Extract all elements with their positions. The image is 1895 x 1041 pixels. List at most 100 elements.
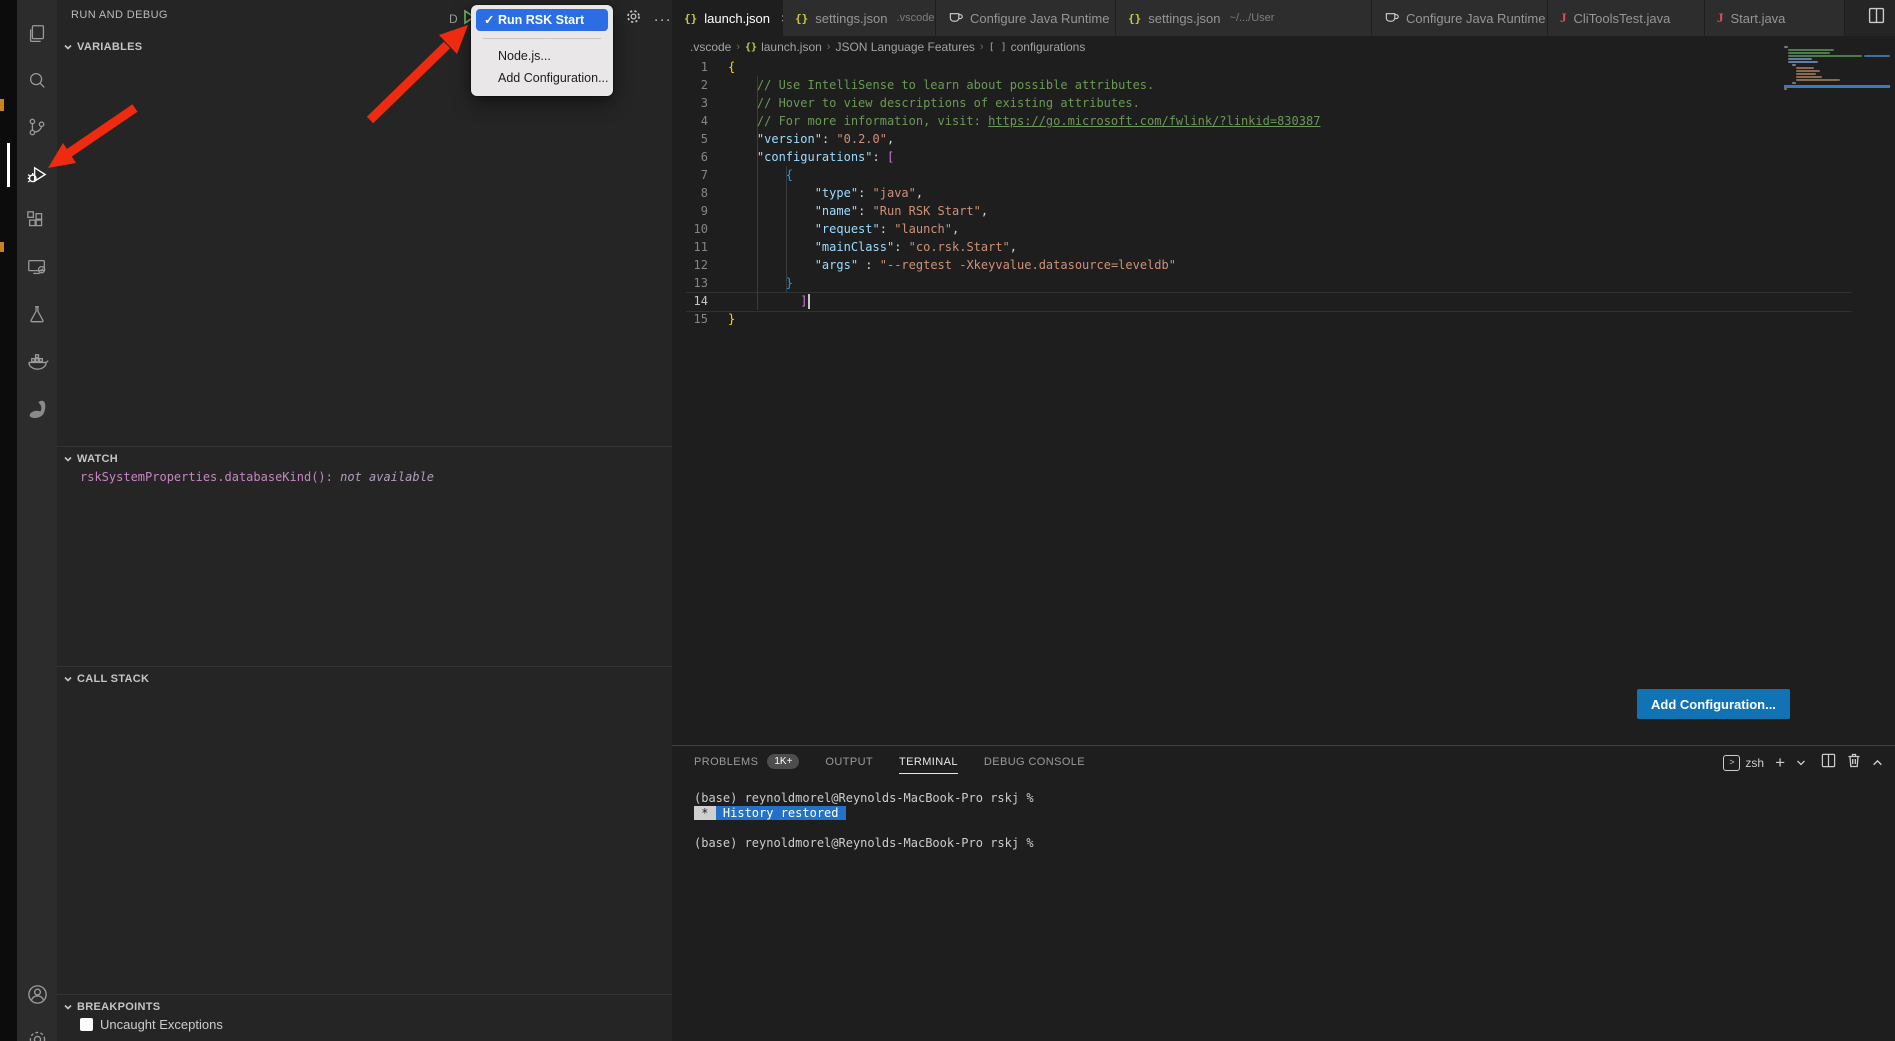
split-editor-icon[interactable] <box>1868 7 1885 29</box>
maximize-panel-chevron-icon[interactable] <box>1872 754 1883 772</box>
run-and-debug-icon[interactable] <box>17 154 57 194</box>
line-number: 10 <box>672 222 708 236</box>
breakpoint-checkbox[interactable] <box>80 1018 93 1031</box>
breadcrumb-item[interactable]: [ ]configurations <box>989 40 1086 54</box>
tab-configure-java-runtime[interactable]: Configure Java Runtime <box>936 0 1116 36</box>
tab-description: .vscode <box>897 12 935 24</box>
terminal-line: (base) reynoldmorel@Reynolds-MacBook-Pro… <box>694 791 1034 806</box>
debug-gear-icon[interactable] <box>625 8 642 30</box>
terminal-line: * History restored <box>694 806 1034 821</box>
testing-icon[interactable] <box>17 294 57 334</box>
remote-explorer-icon[interactable] <box>17 247 57 287</box>
account-icon[interactable] <box>17 974 57 1014</box>
tab-settings-json[interactable]: {}settings.json.vscode <box>783 0 936 36</box>
code-line-9[interactable]: 9 "name": "Run RSK Start", <box>672 202 1895 220</box>
extensions-icon[interactable] <box>17 201 57 241</box>
breadcrumb-item[interactable]: .vscode <box>690 40 731 54</box>
section-call-stack[interactable]: CALL STACK <box>57 668 672 690</box>
breadcrumb-separator: › <box>736 41 740 53</box>
chevron-down-icon <box>63 454 73 464</box>
editor-tab-bar: {}launch.json×{}settings.json.vscodeConf… <box>672 0 1895 36</box>
menu-item-node-js[interactable]: Node.js... <box>476 45 608 67</box>
history-restored-badge: History restored <box>716 806 846 820</box>
line-number: 5 <box>672 132 708 146</box>
terminal-shell-selector[interactable]: > zsh <box>1723 755 1764 771</box>
minimap-code-bar <box>1784 46 1788 48</box>
code-line-4[interactable]: 4 // For more information, visit: https:… <box>672 112 1895 130</box>
panel-tab-debug-console[interactable]: DEBUG CONSOLE <box>984 756 1085 774</box>
kill-terminal-trash-icon[interactable] <box>1847 753 1861 773</box>
code-line-1[interactable]: 1{ <box>672 58 1895 76</box>
minimap-code-bar <box>1784 88 1787 90</box>
code-editor[interactable]: 1{2 // Use IntelliSense to learn about p… <box>672 58 1895 328</box>
json-file-icon: {} <box>1128 12 1141 25</box>
code-line-8[interactable]: 8 "type": "java", <box>672 184 1895 202</box>
code-line-7[interactable]: 7 { <box>672 166 1895 184</box>
section-breakpoints[interactable]: BREAKPOINTS <box>57 996 672 1018</box>
minimap[interactable] <box>1784 46 1895 106</box>
breadcrumb-separator: › <box>980 41 984 53</box>
tab-settings-json[interactable]: {}settings.json~/.../User <box>1116 0 1372 36</box>
settings-gear-icon[interactable] <box>17 1019 57 1041</box>
code-line-11[interactable]: 11 "mainClass": "co.rsk.Start", <box>672 238 1895 256</box>
search-icon[interactable] <box>17 61 57 101</box>
minimap-code-bar <box>1796 79 1840 81</box>
source-control-icon[interactable] <box>17 107 57 147</box>
watch-expression-row[interactable]: rskSystemProperties.databaseKind(): not … <box>80 470 434 484</box>
docker-icon[interactable] <box>17 341 57 381</box>
add-configuration-button[interactable]: Add Configuration... <box>1637 689 1790 719</box>
watch-value: not available <box>340 470 434 484</box>
text-cursor <box>808 294 810 309</box>
line-number: 11 <box>672 240 708 254</box>
debug-configuration-menu: ✓Run RSK Start Node.js...Add Configuratio… <box>471 5 613 96</box>
java-file-icon: J <box>1717 10 1724 26</box>
code-line-10[interactable]: 10 "request": "launch", <box>672 220 1895 238</box>
code-line-3[interactable]: 3 // Hover to view descriptions of exist… <box>672 94 1895 112</box>
code-line-12[interactable]: 12 "args" : "--regtest -Xkeyvalue.dataso… <box>672 256 1895 274</box>
terminal-output[interactable]: (base) reynoldmorel@Reynolds-MacBook-Pro… <box>694 791 1034 851</box>
active-view-indicator <box>7 143 10 187</box>
section-divider <box>57 666 672 667</box>
code-line-2[interactable]: 2 // Use IntelliSense to learn about pos… <box>672 76 1895 94</box>
code-line-15[interactable]: 15} <box>672 310 1895 328</box>
line-number: 14 <box>672 294 708 308</box>
breadcrumb-item[interactable]: JSON Language Features <box>835 40 974 54</box>
vscode-window: RUN AND DEBUG D ··· VARIABLES WATCH rskS… <box>0 0 1895 1041</box>
line-number: 15 <box>672 312 708 326</box>
panel-tab-problems[interactable]: PROBLEMS1K+ <box>694 754 799 775</box>
minimap-code-bar <box>1864 55 1890 57</box>
json-file-icon: {} <box>684 12 697 25</box>
explorer-icon[interactable] <box>17 14 57 54</box>
code-line-5[interactable]: 5 "version": "0.2.0", <box>672 130 1895 148</box>
tab-clitoolstest-java[interactable]: JCliToolsTest.java <box>1548 0 1705 36</box>
split-terminal-icon[interactable] <box>1821 753 1836 773</box>
menu-item-add-configuration[interactable]: Add Configuration... <box>476 67 608 89</box>
section-watch[interactable]: WATCH <box>57 448 672 470</box>
menu-separator <box>483 38 601 39</box>
editor-region: {}launch.json×{}settings.json.vscodeConf… <box>672 0 1895 1041</box>
new-terminal-icon[interactable]: + <box>1775 758 1785 768</box>
terminal-line <box>694 821 1034 836</box>
minimap-code-bar <box>1796 76 1822 78</box>
panel-tab-terminal[interactable]: TERMINAL <box>899 756 958 774</box>
chevron-down-icon <box>63 674 73 684</box>
chevron-down-icon <box>63 42 73 52</box>
code-line-14[interactable]: 14 ] <box>672 292 1895 310</box>
tab-start-java[interactable]: JStart.java <box>1705 0 1845 36</box>
breadcrumb-item[interactable]: {}launch.json <box>745 40 822 54</box>
code-line-13[interactable]: 13 } <box>672 274 1895 292</box>
line-number: 12 <box>672 258 708 272</box>
strip-orange-mark <box>0 99 4 111</box>
views-more-actions-icon[interactable]: ··· <box>654 11 672 28</box>
panel-tab-output[interactable]: OUTPUT <box>825 756 873 774</box>
menu-item-run-rsk-start[interactable]: ✓Run RSK Start <box>476 9 608 31</box>
gradle-icon[interactable] <box>17 387 57 427</box>
line-number: 7 <box>672 168 708 182</box>
launch-profile-chevron-icon[interactable] <box>1796 754 1806 772</box>
sidebar-title: RUN AND DEBUG <box>71 9 168 21</box>
tab-launch-json[interactable]: {}launch.json× <box>672 0 783 36</box>
code-line-6[interactable]: 6 "configurations": [ <box>672 148 1895 166</box>
breakpoint-uncaught-exceptions[interactable]: Uncaught Exceptions <box>80 1017 223 1032</box>
terminal-icon: > <box>1723 755 1740 771</box>
tab-configure-java-runtime[interactable]: Configure Java Runtime <box>1372 0 1548 36</box>
